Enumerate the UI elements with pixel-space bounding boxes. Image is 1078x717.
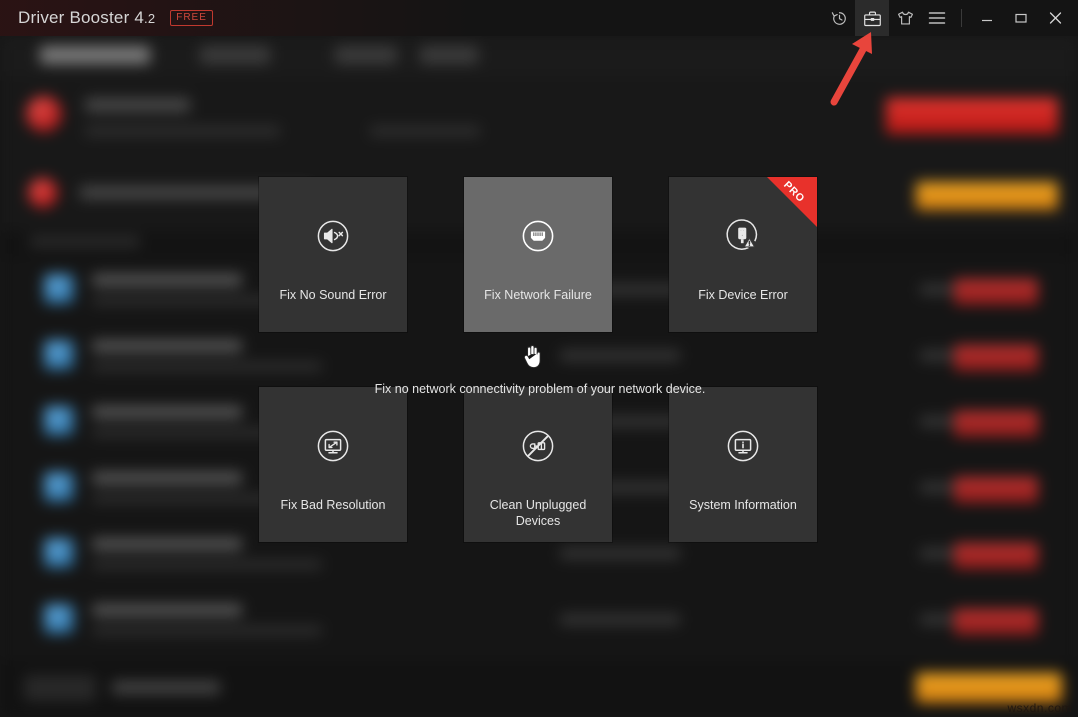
monitor-info-icon — [722, 425, 764, 467]
tile-label: Clean Unplugged Devices — [474, 497, 602, 529]
pro-badge-label: PRO — [773, 177, 814, 213]
unplugged-device-icon — [517, 425, 559, 467]
tile-system-information[interactable]: System Information — [669, 387, 817, 542]
app-version-minor: .2 — [144, 11, 155, 26]
skin-button[interactable] — [889, 0, 921, 36]
free-badge: FREE — [170, 10, 213, 26]
close-icon — [1048, 11, 1063, 25]
menu-button[interactable] — [921, 0, 953, 36]
tile-label: Fix Network Failure — [474, 287, 602, 303]
titlebar-divider — [961, 9, 962, 27]
tile-label: Fix No Sound Error — [269, 287, 397, 303]
speaker-mute-icon — [312, 215, 354, 257]
close-button[interactable] — [1038, 0, 1072, 36]
watermark: wsxdn.com — [1007, 701, 1072, 715]
tile-label: System Information — [679, 497, 807, 513]
history-button[interactable] — [823, 0, 855, 36]
toolbox-button[interactable] — [855, 0, 889, 36]
tile-fix-no-sound-error[interactable]: Fix No Sound Error — [259, 177, 407, 332]
monitor-resize-icon — [312, 425, 354, 467]
ethernet-port-icon — [517, 215, 559, 257]
usb-warning-icon — [722, 215, 764, 257]
tile-fix-network-failure[interactable]: Fix Network Failure — [464, 177, 612, 332]
minimize-icon — [980, 12, 994, 24]
app-title-text: Driver Booster 4 — [18, 8, 144, 27]
page-title: Driver Booster 4.2 FREE — [18, 8, 213, 28]
tile-clean-unplugged-devices[interactable]: Clean Unplugged Devices — [464, 387, 612, 542]
toolbox-overlay: Fix No Sound Error — [0, 36, 1078, 717]
pro-badge: PRO — [766, 177, 817, 228]
toolbox-tile-grid: Fix No Sound Error — [259, 177, 821, 542]
menu-icon — [928, 11, 946, 25]
driver-booster-window: Driver Booster 4.2 FREE — [0, 0, 1078, 717]
maximize-button[interactable] — [1004, 0, 1038, 36]
tile-label: Fix Bad Resolution — [269, 497, 397, 513]
maximize-icon — [1014, 12, 1028, 24]
toolbox-tile-row: Fix Bad Resolution — [259, 387, 821, 542]
minimize-button[interactable] — [970, 0, 1004, 36]
titlebar: Driver Booster 4.2 FREE — [0, 0, 1078, 36]
tile-tooltip: Fix no network connectivity problem of y… — [259, 380, 821, 398]
toolbox-tile-row: Fix No Sound Error — [259, 177, 821, 332]
skin-icon — [896, 10, 915, 27]
history-icon — [831, 10, 848, 27]
tile-fix-bad-resolution[interactable]: Fix Bad Resolution — [259, 387, 407, 542]
tile-fix-device-error[interactable]: PRO — [669, 177, 817, 332]
tile-label: Fix Device Error — [679, 287, 807, 303]
toolbox-icon — [863, 10, 882, 27]
